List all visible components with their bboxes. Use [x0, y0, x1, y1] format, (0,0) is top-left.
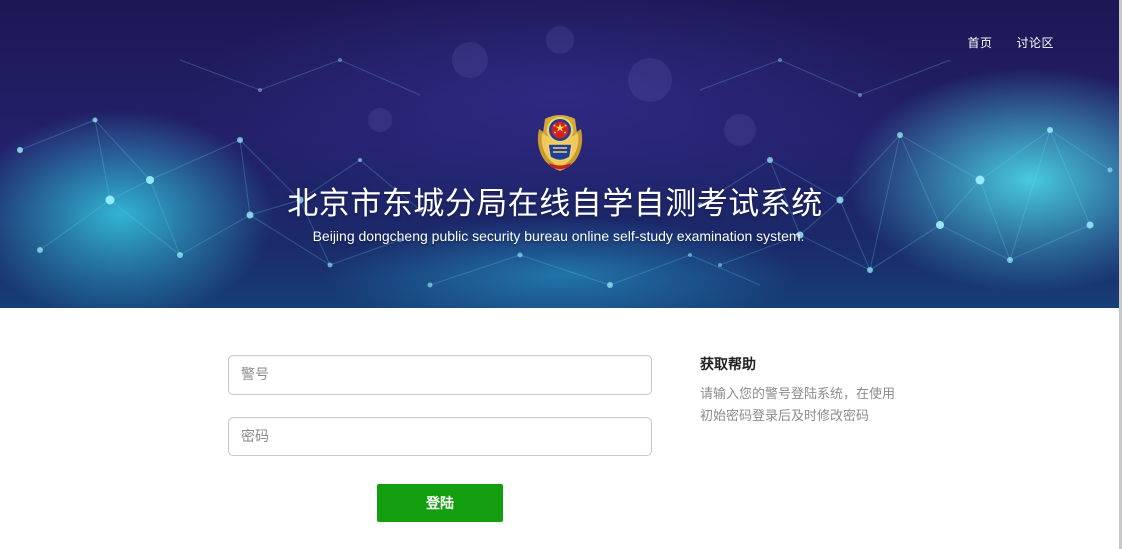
page-subtitle: Beijing dongcheng public security bureau… — [312, 228, 805, 244]
login-button[interactable]: 登陆 — [377, 484, 503, 522]
police-emblem-icon — [537, 115, 583, 171]
nav-link-forum[interactable]: 讨论区 — [1016, 34, 1054, 51]
top-nav: 首页 讨论区 — [967, 34, 1054, 51]
badge-number-input[interactable] — [228, 355, 652, 395]
help-title: 获取帮助 — [700, 357, 756, 373]
help-text: 请输入您的警号登陆系统，在使用初始密码登录后及时修改密码 — [700, 387, 896, 424]
page: 首页 讨论区 北京市东城分局在线自学自测考试系统 Beijing dongche… — [0, 0, 1122, 549]
password-input[interactable] — [228, 417, 652, 456]
help-panel: 获取帮助 请输入您的警号登陆系统，在使用初始密码登录后及时修改密码 — [700, 355, 900, 428]
page-title: 北京市东城分局在线自学自测考试系统 — [287, 186, 823, 222]
hero-banner: 首页 讨论区 北京市东城分局在线自学自测考试系统 Beijing dongche… — [0, 0, 1120, 308]
nav-link-home[interactable]: 首页 — [967, 34, 992, 51]
